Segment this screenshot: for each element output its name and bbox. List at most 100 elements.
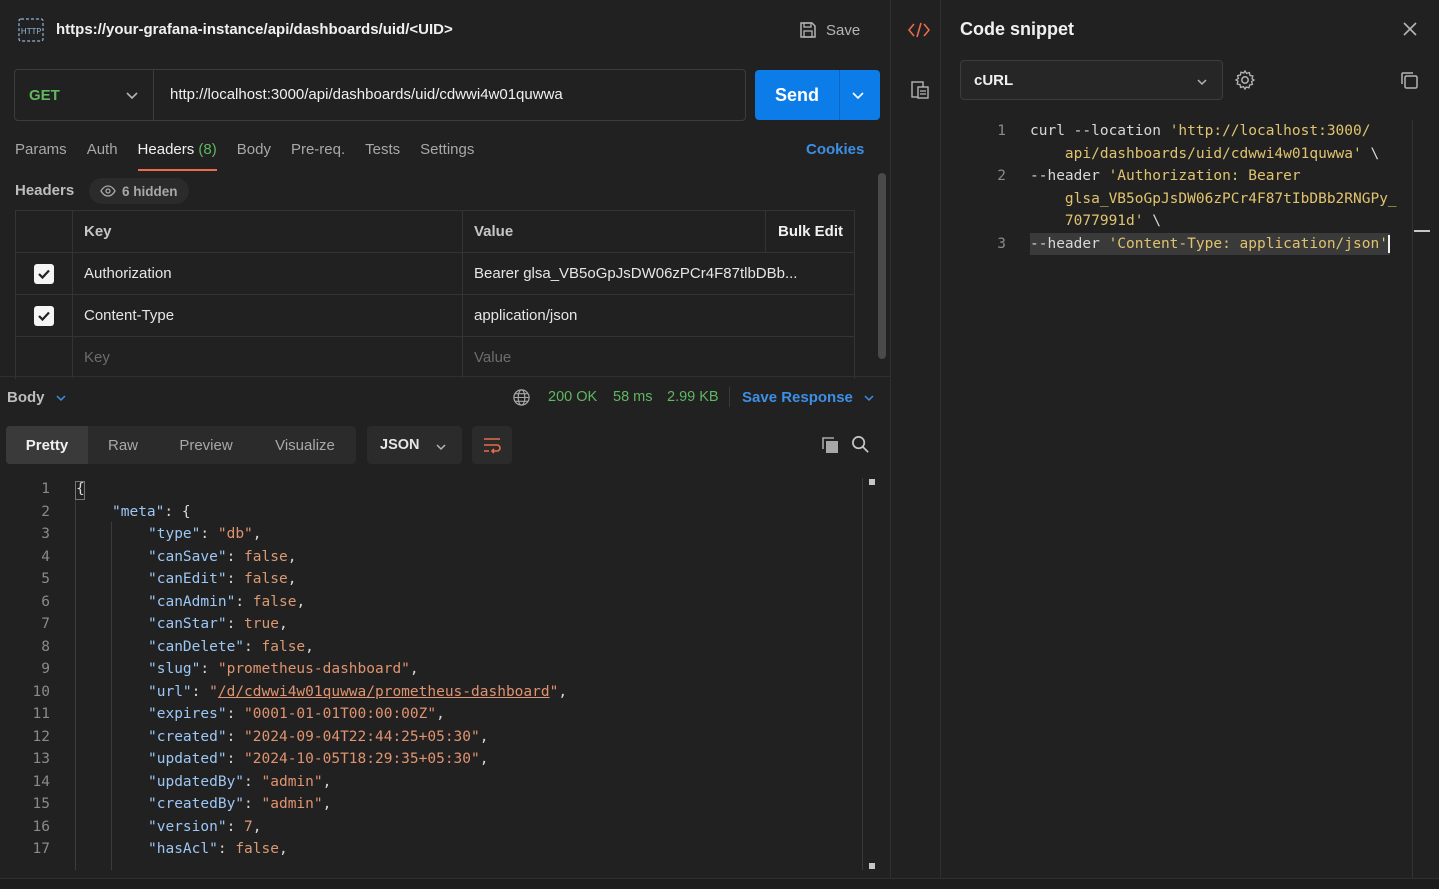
- search-icon[interactable]: [851, 435, 870, 454]
- headers-scrollbar[interactable]: [878, 173, 886, 359]
- code-text: "expires": "0001-01-01T00:00:00Z",: [148, 703, 445, 726]
- tab-tests[interactable]: Tests: [365, 141, 400, 171]
- code-text: api/dashboards/uid/cdwwi4w01quwwa' \: [1030, 143, 1379, 166]
- command: [1030, 213, 1065, 229]
- code-icon[interactable]: [908, 22, 930, 38]
- wrap-lines-button[interactable]: [472, 426, 512, 464]
- code-line: 17 "hasAcl": false,: [0, 838, 862, 861]
- request-title[interactable]: https://your-grafana-instance/api/dashbo…: [56, 21, 453, 38]
- punct: :: [200, 526, 218, 542]
- header-enabled-checkbox[interactable]: [34, 305, 54, 326]
- url-input[interactable]: http://localhost:3000/api/dashboards/uid…: [170, 86, 563, 103]
- json-key: "createdBy": [148, 796, 245, 812]
- new-value-input[interactable]: Value: [463, 337, 765, 378]
- response-time[interactable]: 58 ms: [613, 389, 653, 405]
- cookies-link[interactable]: Cookies: [806, 141, 864, 158]
- header-enabled-checkbox[interactable]: [34, 263, 54, 284]
- bulk-edit-button[interactable]: Bulk Edit: [765, 211, 855, 252]
- snippet-code[interactable]: 1 curl --location 'http://localhost:3000/…: [972, 120, 1412, 255]
- new-key-input[interactable]: Key: [73, 337, 463, 378]
- hidden-headers-toggle[interactable]: 6 hidden: [89, 178, 189, 204]
- line-number: 10: [32, 683, 50, 700]
- command: curl --location: [1030, 123, 1170, 139]
- scroll-down-marker[interactable]: [869, 863, 875, 869]
- punct: ,: [252, 818, 262, 835]
- code-text: "createdBy": "admin",: [148, 793, 331, 816]
- json-value: false: [244, 548, 288, 565]
- header-key[interactable]: Content-Type: [73, 295, 463, 336]
- svg-text:HTTP: HTTP: [21, 27, 42, 36]
- close-icon[interactable]: [1402, 21, 1418, 37]
- scroll-up-marker[interactable]: [869, 479, 875, 485]
- header-key[interactable]: Authorization: [73, 253, 463, 294]
- tab-pretty[interactable]: Pretty: [6, 426, 88, 464]
- send-button[interactable]: Send: [755, 70, 880, 120]
- code-text: "canStar": true,: [148, 613, 288, 636]
- tab-body[interactable]: Body: [237, 141, 271, 171]
- response-size[interactable]: 2.99 KB: [667, 389, 719, 405]
- tab-headers[interactable]: Headers (8): [137, 141, 217, 171]
- request-panel: HTTP https://your-grafana-instance/api/d…: [0, 0, 890, 889]
- punct: :: [226, 571, 245, 587]
- copy-snippet-icon[interactable]: [1399, 70, 1419, 90]
- tab-params[interactable]: Params: [15, 141, 67, 171]
- row-check-cell: [16, 295, 73, 336]
- line-number: 7: [41, 616, 50, 632]
- globe-icon[interactable]: [512, 388, 531, 407]
- code-line: 16 "version": 7,: [0, 816, 862, 839]
- row-check-cell: [16, 253, 73, 294]
- string-literal: api/dashboards/uid/cdwwi4w01quwwa': [1064, 145, 1362, 162]
- gear-icon[interactable]: [1234, 69, 1256, 91]
- snippet-scroll-track[interactable]: [1412, 120, 1413, 878]
- tab-prereq[interactable]: Pre-req.: [291, 141, 345, 171]
- tab-visualize[interactable]: Visualize: [254, 426, 356, 464]
- save-response-button[interactable]: Save Response: [742, 389, 875, 406]
- json-value: false: [244, 571, 288, 587]
- row-check-cell: [16, 337, 73, 378]
- header-value[interactable]: application/json: [463, 295, 765, 336]
- punct: ,: [322, 773, 332, 790]
- command: [1030, 146, 1065, 162]
- code-scroll-track[interactable]: [862, 478, 863, 870]
- json-key: "updated": [148, 751, 227, 767]
- response-code-editor[interactable]: 1{2 "meta": {3 "type": "db", 4 "canSave": fa…: [0, 478, 862, 870]
- json-value: "admin": [261, 796, 323, 812]
- response-body-dropdown[interactable]: Body: [7, 389, 67, 406]
- string-literal: 'Content-Type: application/json': [1108, 235, 1388, 252]
- send-options-chevron-icon[interactable]: [851, 88, 865, 102]
- tab-raw[interactable]: Raw: [88, 426, 158, 464]
- method-select[interactable]: GET: [15, 70, 154, 120]
- line-number: 2: [41, 503, 50, 520]
- json-key: "canStar": [148, 616, 227, 632]
- separator: [729, 387, 730, 407]
- language-select[interactable]: cURL: [960, 60, 1223, 100]
- status-code[interactable]: 200 OK: [548, 389, 597, 405]
- json-key: "hasAcl": [148, 841, 218, 857]
- code-snippet-panel: Code snippet cURL 1 curl --location 'http…: [942, 0, 1439, 889]
- code-text: "version": 7,: [148, 816, 262, 839]
- copy-icon[interactable]: [820, 435, 840, 455]
- tab-settings[interactable]: Settings: [420, 141, 474, 171]
- json-value: "0001-01-01T00:00:00Z": [244, 706, 437, 722]
- language-label: cURL: [974, 71, 1014, 89]
- json-value: "admin": [261, 773, 323, 790]
- punct: :: [217, 841, 236, 857]
- punct: :: [226, 818, 245, 835]
- tab-headers-label: Headers: [137, 141, 195, 158]
- header-value[interactable]: Bearer glsa_VB5oGpJsDW06zPCr4F87tlbDBb..…: [463, 253, 855, 294]
- eye-icon: [100, 185, 116, 197]
- json-key: "meta": [112, 503, 165, 520]
- documentation-icon[interactable]: [910, 80, 930, 100]
- format-select[interactable]: JSON: [367, 426, 462, 464]
- tab-preview[interactable]: Preview: [158, 426, 254, 464]
- snippet-scroll-marker: [1414, 230, 1430, 232]
- tab-auth[interactable]: Auth: [87, 141, 118, 171]
- code-text: "hasAcl": false,: [148, 838, 288, 861]
- json-value[interactable]: "/d/cdwwi4w01quwwa/prometheus-dashboard": [209, 684, 558, 700]
- code-line: 8 "canDelete": false,: [0, 636, 862, 659]
- punct: :: [226, 548, 245, 565]
- save-button[interactable]: Save: [798, 20, 860, 40]
- punct: :: [244, 773, 262, 790]
- chevron-down-icon: [864, 394, 874, 401]
- response-bar: Body 200 OK 58 ms 2.99 KB Save Response: [0, 376, 890, 416]
